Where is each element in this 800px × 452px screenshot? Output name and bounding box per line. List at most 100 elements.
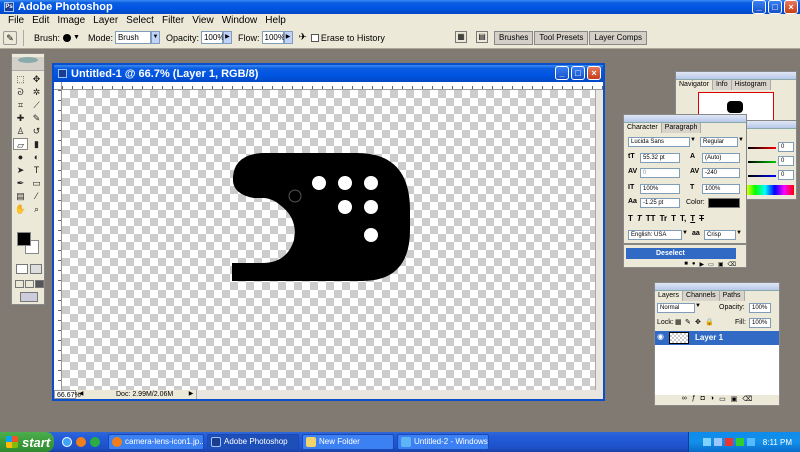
color-red-field[interactable]: 0 <box>778 142 794 152</box>
vertical-ruler[interactable] <box>54 90 62 390</box>
navigator-palette-header[interactable] <box>676 72 796 80</box>
strikethrough-button[interactable]: T <box>699 214 704 223</box>
color-blue-slider[interactable] <box>748 175 776 177</box>
record-action-icon[interactable]: ● <box>692 261 696 268</box>
all-caps-button[interactable]: TT <box>646 214 656 223</box>
menu-view[interactable]: View <box>188 14 218 27</box>
blend-mode-dropdown-icon[interactable]: ▼ <box>695 303 701 309</box>
new-action-icon[interactable]: ▣ <box>718 261 724 268</box>
leading-field[interactable]: (Auto) <box>702 153 740 163</box>
delete-action-icon[interactable]: ⌫ <box>728 261 736 268</box>
layer-style-icon[interactable]: ƒ <box>692 395 696 405</box>
notes-tool-icon[interactable]: ▤ <box>13 190 28 202</box>
tab-brushes[interactable]: Brushes <box>494 31 534 45</box>
tab-layer-comps[interactable]: Layer Comps <box>589 31 647 45</box>
lasso-tool-icon[interactable]: ᘐ <box>13 86 28 98</box>
magic-wand-tool-icon[interactable]: ✲ <box>29 86 44 98</box>
tracking-field[interactable]: -240 <box>702 168 740 178</box>
tab-tool-presets[interactable]: Tool Presets <box>534 31 589 45</box>
maximize-button[interactable]: □ <box>768 0 782 14</box>
image-canvas[interactable] <box>62 90 595 390</box>
jump-to-imageready-icon[interactable] <box>20 292 38 302</box>
menu-layer[interactable]: Layer <box>89 14 122 27</box>
faux-italic-button[interactable]: T <box>637 214 642 223</box>
healing-brush-tool-icon[interactable]: ✚ <box>13 112 28 124</box>
hand-tool-icon[interactable]: ✋ <box>13 203 28 215</box>
flow-field[interactable]: 100% <box>261 31 285 44</box>
color-red-slider[interactable] <box>748 147 776 149</box>
airbrush-icon[interactable]: ✈ <box>299 32 307 43</box>
color-green-slider[interactable] <box>748 161 776 163</box>
eyedropper-tool-icon[interactable]: ⁄ <box>29 190 44 202</box>
taskbar-item-image[interactable]: camera-lens-icon1.jp... <box>108 434 204 450</box>
tab-channels[interactable]: Channels <box>683 291 720 301</box>
slice-tool-icon[interactable]: ⟋ <box>29 99 44 111</box>
shape-tool-icon[interactable]: ▭ <box>29 177 44 189</box>
layer-visibility-eye-icon[interactable]: ◉ <box>657 332 664 341</box>
color-blue-field[interactable]: 0 <box>778 170 794 180</box>
document-title-bar[interactable]: Untitled-1 @ 66.7% (Layer 1, RGB/8) _ □ … <box>54 65 603 82</box>
file-browser-icon[interactable]: ▦ <box>455 31 467 43</box>
tab-paths[interactable]: Paths <box>719 291 745 301</box>
history-brush-tool-icon[interactable]: ↺ <box>29 125 44 137</box>
superscript-button[interactable]: T <box>671 214 676 223</box>
faux-bold-button[interactable]: T <box>628 214 633 223</box>
clone-stamp-tool-icon[interactable]: ♙ <box>13 125 28 137</box>
screen-mode-full-icon[interactable] <box>35 280 44 288</box>
lock-image-icon[interactable]: ✎ <box>685 318 691 326</box>
quicklaunch-firefox-icon[interactable] <box>76 437 86 447</box>
kerning-field[interactable]: 0 <box>640 168 680 178</box>
quick-mask-mode-icon[interactable] <box>16 264 28 274</box>
blur-tool-icon[interactable]: ● <box>13 151 28 163</box>
new-set-icon[interactable]: ▭ <box>708 261 714 268</box>
tab-navigator[interactable]: Navigator <box>676 80 713 90</box>
vertical-scrollbar[interactable] <box>595 90 603 390</box>
path-selection-tool-icon[interactable]: ➤ <box>13 164 28 176</box>
status-menu-icon[interactable]: ▶ <box>186 390 196 399</box>
toolbox-header[interactable] <box>12 57 44 71</box>
font-style-dropdown-icon[interactable]: ▼ <box>738 137 744 143</box>
mode-select[interactable]: Brush <box>114 31 151 44</box>
close-button[interactable]: × <box>784 0 798 14</box>
font-family-select[interactable]: Lucida Sans <box>628 137 690 147</box>
font-size-field[interactable]: 55.32 pt <box>640 153 680 163</box>
play-action-icon[interactable]: ▶ <box>700 261 705 268</box>
small-caps-button[interactable]: Tr <box>660 214 668 223</box>
menu-edit[interactable]: Edit <box>28 14 53 27</box>
tray-network-icon[interactable] <box>702 438 711 446</box>
palette-menu-icon[interactable]: ▤ <box>476 31 488 43</box>
menu-image[interactable]: Image <box>53 14 89 27</box>
dodge-tool-icon[interactable]: ◐ <box>29 151 44 163</box>
new-layer-icon[interactable]: ▣ <box>731 395 738 405</box>
doc-minimize-button[interactable]: _ <box>555 66 569 80</box>
underline-button[interactable]: T <box>690 214 695 223</box>
menu-file[interactable]: File <box>4 14 28 27</box>
tray-messenger-icon[interactable] <box>746 438 755 446</box>
brush-tool-icon[interactable]: ✎ <box>29 112 44 124</box>
delete-layer-icon[interactable]: ⌫ <box>742 395 752 405</box>
lock-position-icon[interactable]: ✥ <box>695 318 701 326</box>
tray-security-icon[interactable] <box>724 438 733 446</box>
link-layers-icon[interactable]: ∞ <box>682 395 687 405</box>
lock-transparency-icon[interactable]: ▦ <box>675 318 682 326</box>
layer-fill-field[interactable]: 100% <box>749 318 771 328</box>
doc-close-button[interactable]: × <box>587 66 601 80</box>
opacity-field[interactable]: 100% <box>200 31 224 44</box>
adjustment-layer-icon[interactable]: ◑ <box>710 395 714 405</box>
standard-mode-icon[interactable] <box>30 264 42 274</box>
color-green-field[interactable]: 0 <box>778 156 794 166</box>
lock-all-icon[interactable]: 🔒 <box>705 318 714 326</box>
subscript-button[interactable]: T, <box>680 214 686 223</box>
flow-slider-icon[interactable]: ▶ <box>283 31 293 44</box>
taskbar-item-folder[interactable]: New Folder <box>302 434 394 450</box>
character-palette-header[interactable] <box>624 115 746 123</box>
eraser-tool-icon[interactable]: ▱ <box>13 138 28 150</box>
brush-dropdown-icon[interactable]: ▼ <box>73 34 80 41</box>
antialias-select[interactable]: Crisp <box>704 230 736 240</box>
minimize-button[interactable]: _ <box>752 0 766 14</box>
layer-mask-icon[interactable]: ◘ <box>701 395 705 405</box>
tab-info[interactable]: Info <box>712 80 732 90</box>
font-style-select[interactable]: Regular <box>700 137 738 147</box>
text-color-swatch[interactable] <box>708 198 740 208</box>
doc-maximize-button[interactable]: □ <box>571 66 585 80</box>
